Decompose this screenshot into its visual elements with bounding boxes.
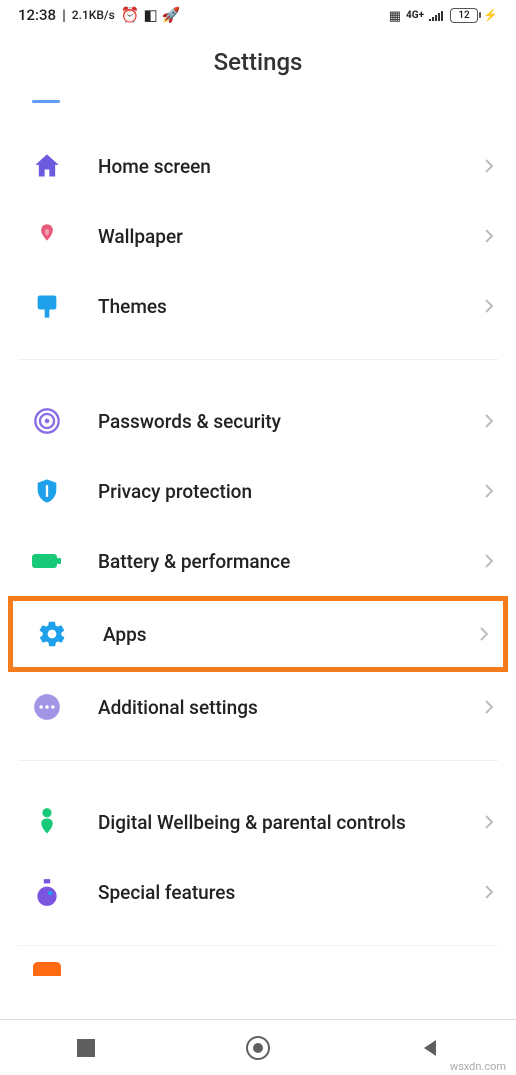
- alarm-icon: ⏰: [121, 6, 140, 24]
- settings-item-label: Passwords & security: [98, 410, 484, 433]
- settings-item-label: Digital Wellbeing & parental controls: [98, 811, 484, 834]
- settings-item-label: Wallpaper: [98, 225, 484, 248]
- navigation-bar: [0, 1019, 516, 1075]
- settings-item-label: Home screen: [98, 155, 484, 178]
- chevron-right-icon: [484, 699, 494, 715]
- chevron-right-icon: [484, 884, 494, 900]
- settings-item-label: Apps: [103, 623, 479, 646]
- network-type: 4G+: [406, 10, 424, 21]
- settings-item-special-features[interactable]: Special features: [0, 857, 516, 927]
- shield-icon: [30, 474, 64, 508]
- status-notif-icons: ⏰ ◧ 🚀: [121, 6, 181, 24]
- chevron-right-icon: [484, 814, 494, 830]
- mi-icon: [30, 962, 64, 976]
- chevron-right-icon: [479, 626, 489, 642]
- gear-icon: [35, 617, 69, 651]
- chevron-right-icon: [484, 158, 494, 174]
- settings-item-label: Battery & performance: [98, 550, 484, 573]
- settings-item-label: Privacy protection: [98, 480, 484, 503]
- sync-icon: ◧: [143, 6, 157, 24]
- chevron-right-icon: [484, 228, 494, 244]
- settings-item-battery-performance[interactable]: Battery & performance: [0, 526, 516, 596]
- battery-icon: [30, 544, 64, 578]
- rocket-icon: 🚀: [162, 6, 181, 24]
- dots-icon: [30, 690, 64, 724]
- wellbeing-icon: [30, 805, 64, 839]
- settings-item-label: Special features: [98, 881, 484, 904]
- watermark: wsxdn.com: [450, 1060, 506, 1073]
- settings-item-label: Additional settings: [98, 696, 484, 719]
- brush-icon: [30, 289, 64, 323]
- settings-item-home-screen[interactable]: Home screen: [0, 131, 516, 201]
- settings-item-partial[interactable]: [0, 956, 516, 976]
- status-left: 12:38 | 2.1KB/s ⏰ ◧ 🚀: [18, 6, 180, 24]
- chevron-right-icon: [484, 553, 494, 569]
- settings-item-privacy-protection[interactable]: Privacy protection: [0, 456, 516, 526]
- status-bar: 12:38 | 2.1KB/s ⏰ ◧ 🚀 ▦ 4G+ 12 ⚡: [0, 0, 516, 28]
- signal-icon: [429, 9, 445, 21]
- volte-icon: ▦: [389, 6, 401, 24]
- recent-apps-button[interactable]: [56, 1028, 116, 1068]
- settings-item-additional-settings[interactable]: Additional settings: [0, 672, 516, 742]
- section-divider: [18, 359, 498, 360]
- settings-item-wallpaper[interactable]: Wallpaper: [0, 201, 516, 271]
- home-icon: [30, 149, 64, 183]
- chevron-right-icon: [484, 298, 494, 314]
- divider-accent: [32, 100, 60, 103]
- settings-item-digital-wellbeing[interactable]: Digital Wellbeing & parental controls: [0, 787, 516, 857]
- charging-icon: ⚡: [483, 8, 498, 22]
- settings-item-apps[interactable]: Apps: [8, 596, 508, 672]
- status-speed: 2.1KB/s: [72, 8, 115, 22]
- tulip-icon: [30, 219, 64, 253]
- settings-item-passwords-security[interactable]: Passwords & security: [0, 386, 516, 456]
- flask-icon: [30, 875, 64, 909]
- status-right: ▦ 4G+ 12 ⚡: [389, 6, 498, 24]
- page-title: Settings: [0, 28, 516, 100]
- chevron-right-icon: [484, 483, 494, 499]
- fingerprint-icon: [30, 404, 64, 438]
- status-time: 12:38: [18, 6, 56, 24]
- settings-item-label: Themes: [98, 295, 484, 318]
- section-divider: [18, 760, 498, 761]
- chevron-right-icon: [484, 413, 494, 429]
- battery-indicator: 12: [450, 8, 478, 23]
- settings-item-themes[interactable]: Themes: [0, 271, 516, 341]
- home-button[interactable]: [228, 1028, 288, 1068]
- section-divider: [18, 945, 498, 946]
